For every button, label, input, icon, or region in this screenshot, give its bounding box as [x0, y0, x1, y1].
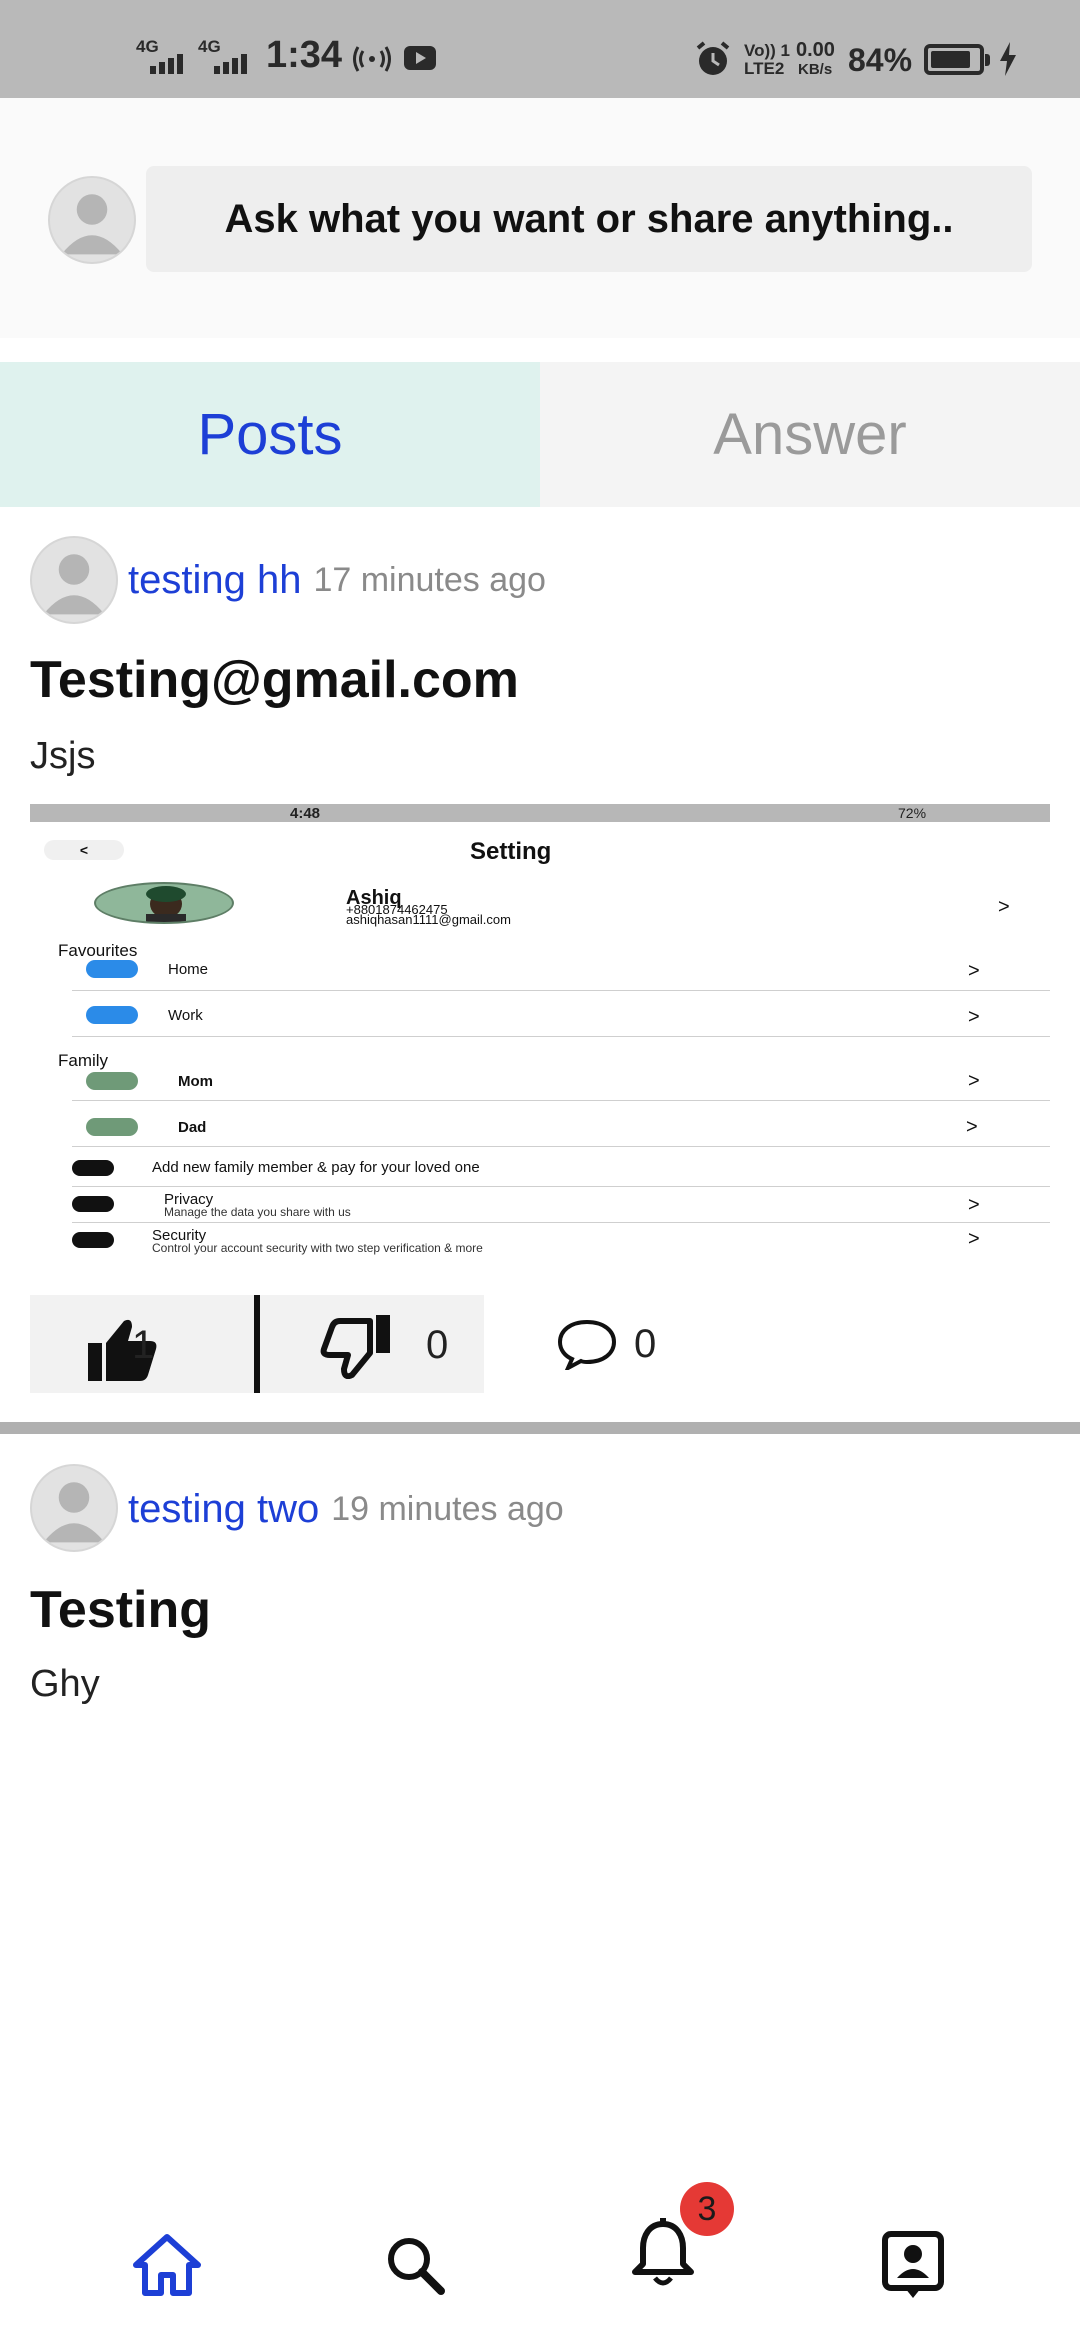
post-separator: [0, 1422, 1080, 1434]
post-author[interactable]: testing two: [128, 1487, 319, 1532]
image-profile-email: ashiqhasan1111@gmail.com: [346, 912, 511, 927]
reaction-bar: 1 0: [30, 1295, 484, 1393]
post-title[interactable]: Testing: [30, 1580, 211, 1640]
image-header-title: Setting: [470, 838, 552, 865]
image-profile-avatar: [94, 882, 234, 924]
lte-label: LTE2: [744, 59, 785, 78]
alarm-icon: [696, 41, 730, 75]
tab-answer[interactable]: Answer: [540, 362, 1080, 507]
post-body: Jsjs: [30, 735, 96, 777]
signal-icon-1: [150, 52, 183, 74]
profile-icon: [882, 2231, 944, 2298]
image-work-icon: [86, 1006, 138, 1024]
dislike-icon[interactable]: [320, 1315, 390, 1379]
image-item-work: Work: [168, 1007, 203, 1024]
image-home-icon: [86, 960, 138, 978]
nav-profile[interactable]: [868, 2220, 958, 2310]
reaction-divider: [254, 1295, 260, 1393]
search-icon: [388, 2238, 445, 2295]
post-author[interactable]: testing hh: [128, 558, 301, 603]
image-back-icon: <: [44, 840, 124, 860]
image-add-icon: [72, 1160, 114, 1176]
volte-label: Vo)) 1: [744, 41, 790, 60]
nav-search[interactable]: [370, 2220, 460, 2310]
speed-unit: KB/s: [798, 61, 833, 78]
image-chevron: >: [968, 960, 980, 982]
post-time: 19 minutes ago: [331, 1489, 564, 1528]
image-status-bar: 4:48 72%: [30, 804, 1050, 822]
ask-input[interactable]: Ask what you want or share anything..: [146, 166, 1032, 272]
youtube-icon: [404, 46, 436, 70]
like-count: 1: [132, 1323, 155, 1367]
post-image[interactable]: 4:48 72% < Setting Ashiq +8801874462475 …: [30, 804, 1050, 1276]
image-chevron: >: [968, 1194, 980, 1216]
image-item-security-sub: Control your account security with two s…: [152, 1241, 483, 1255]
image-item-privacy-sub: Manage the data you share with us: [164, 1205, 351, 1219]
image-divider: [72, 1100, 1050, 1101]
tab-posts[interactable]: Posts: [0, 362, 540, 507]
image-mom-avatar: [86, 1072, 138, 1090]
image-divider: [72, 1222, 1050, 1223]
status-bar: 4G 4G 1:34 Vo)) 1 LTE2 0.00 KB/s 84%: [0, 0, 1080, 98]
hotspot-icon: [353, 46, 391, 72]
post-time: 17 minutes ago: [313, 560, 546, 599]
battery-icon: [924, 44, 990, 75]
nav-home[interactable]: [122, 2220, 212, 2310]
image-divider: [72, 990, 1050, 991]
home-icon: [133, 2234, 201, 2296]
author-avatar[interactable]: [30, 1464, 118, 1552]
image-item-dad: Dad: [178, 1119, 207, 1136]
tab-bar: Posts Answer: [0, 362, 1080, 507]
post-body: Ghy: [30, 1663, 100, 1705]
image-dad-avatar: [86, 1118, 138, 1136]
author-avatar[interactable]: [30, 536, 118, 624]
image-divider: [72, 1146, 1050, 1147]
battery-percent: 84%: [848, 42, 913, 78]
image-chevron: >: [968, 1070, 980, 1092]
image-status-battery: 72%: [898, 805, 927, 821]
image-divider: [72, 1186, 1050, 1187]
post-header: testing hh 17 minutes ago: [128, 535, 546, 625]
bottom-nav: [0, 2190, 1080, 2340]
image-status-time: 4:48: [290, 805, 321, 822]
image-item-home: Home: [168, 961, 209, 978]
post-title[interactable]: Testing@gmail.com: [30, 650, 519, 710]
signal-icon-2: [214, 52, 247, 74]
comment-icon[interactable]: [556, 1318, 618, 1370]
image-item-mom: Mom: [178, 1073, 213, 1090]
image-chevron: >: [968, 1006, 980, 1028]
charging-icon: [1000, 42, 1016, 76]
bell-icon: [632, 2218, 694, 2286]
image-chevron: >: [998, 896, 1010, 918]
comment-count: 0: [634, 1322, 657, 1366]
image-chevron: >: [966, 1116, 978, 1138]
image-divider: [72, 1036, 1050, 1037]
post-header: testing two 19 minutes ago: [128, 1464, 564, 1554]
image-security-icon: [72, 1232, 114, 1248]
image-item-add: Add new family member & pay for your lov…: [152, 1159, 480, 1176]
dislike-count: 0: [426, 1323, 449, 1367]
image-privacy-icon: [72, 1196, 114, 1212]
ask-section: Ask what you want or share anything..: [0, 98, 1080, 338]
notification-badge: 3: [680, 2182, 734, 2236]
user-avatar[interactable]: [48, 176, 136, 264]
image-section-favourites: Favourites: [58, 941, 138, 960]
image-chevron: >: [968, 1228, 980, 1250]
image-section-family: Family: [58, 1051, 109, 1070]
clock: 1:34: [266, 34, 343, 76]
speed-value: 0.00: [796, 39, 835, 61]
